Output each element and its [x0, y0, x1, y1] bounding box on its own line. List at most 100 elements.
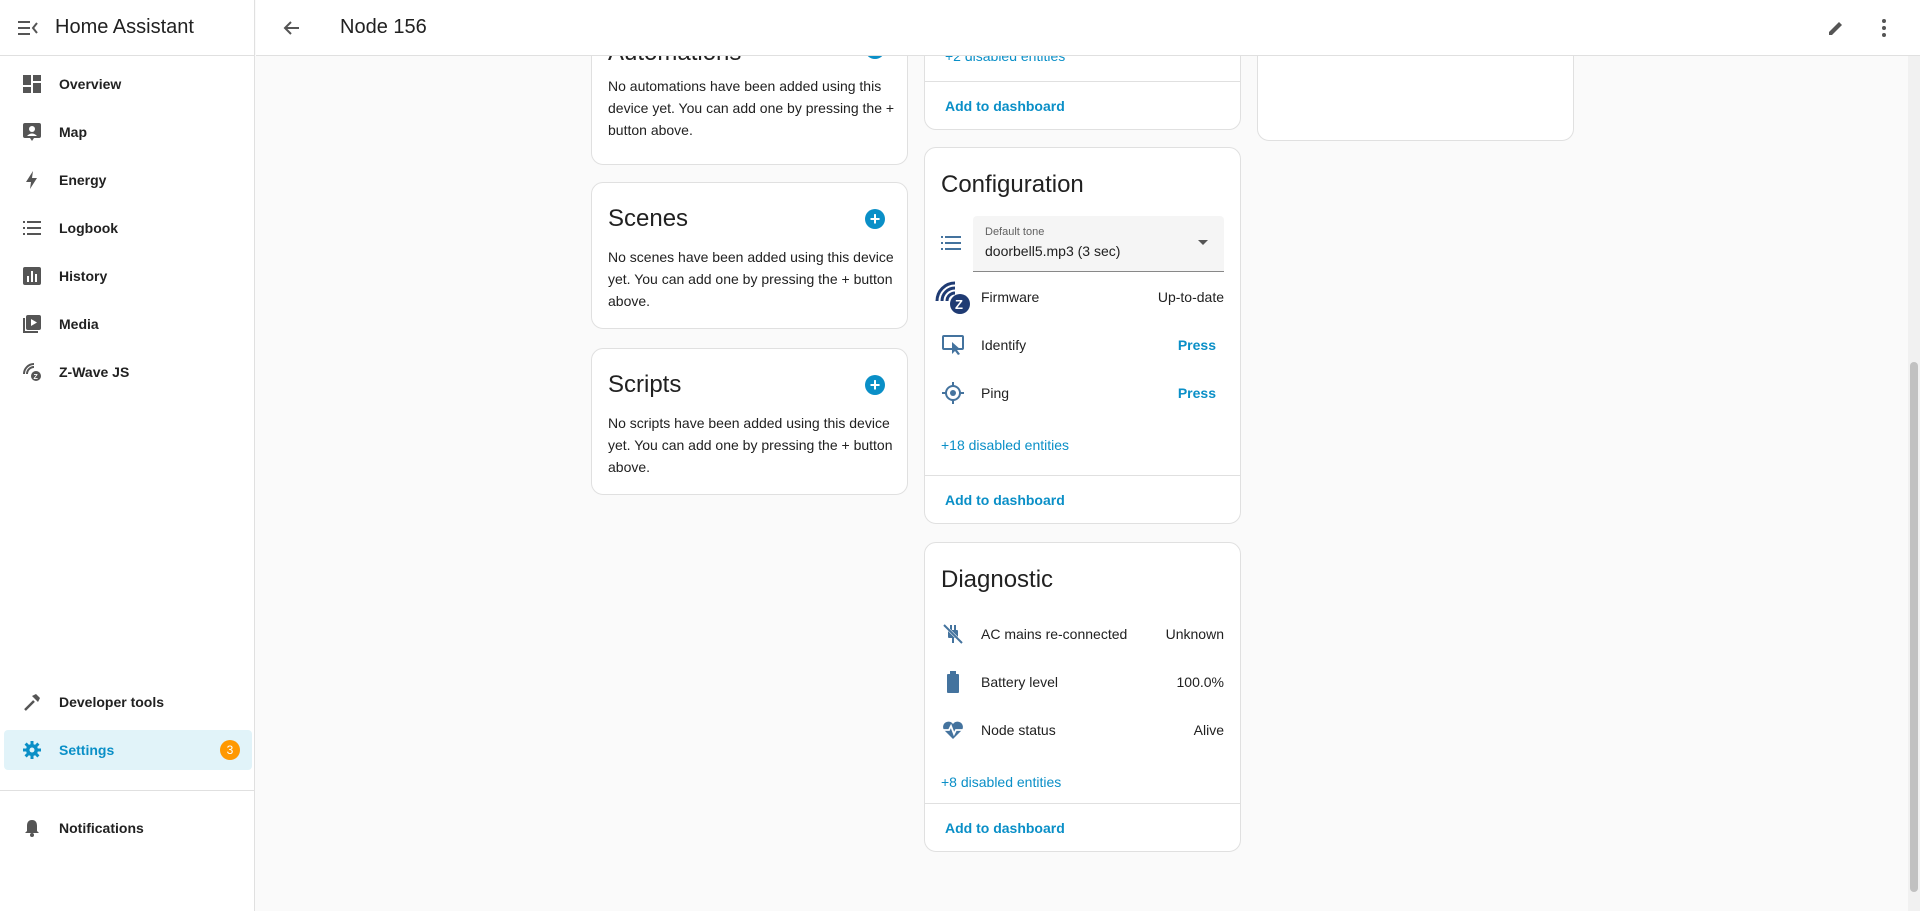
edit-pencil-icon[interactable] [1816, 8, 1856, 48]
controls-disabled-entities-link[interactable]: +2 disabled entities [945, 56, 1065, 64]
sidebar-item-label: Settings [59, 742, 115, 758]
dashboard-icon [8, 74, 56, 94]
ping-press-button[interactable]: Press [1178, 385, 1216, 401]
ac-mains-row[interactable]: AC mains re-connected Unknown [925, 614, 1240, 654]
configuration-title: Configuration [941, 171, 1084, 198]
settings-badge: 3 [220, 740, 240, 760]
row-label: Node status [981, 722, 1056, 738]
chart-icon [8, 266, 56, 286]
list-icon [8, 218, 56, 238]
configuration-disabled-entities-link[interactable]: +18 disabled entities [941, 437, 1069, 453]
menu-toggle-icon[interactable] [0, 0, 56, 56]
sidebar-item-media[interactable]: Media [4, 304, 252, 344]
zwave-logo-icon: Z [925, 277, 981, 317]
sidebar-item-label: Notifications [59, 820, 144, 836]
row-value: Up-to-date [1157, 289, 1224, 305]
ping-row: Ping Press [925, 373, 1240, 413]
sidebar-item-label: Developer tools [59, 694, 165, 710]
battery-icon [925, 671, 981, 693]
select-label: Default tone [985, 226, 1045, 238]
identify-icon [925, 334, 981, 356]
sidebar-item-notifications[interactable]: Notifications [4, 808, 252, 848]
sidebar: Home Assistant Overview Map Energy Logbo… [0, 0, 255, 911]
svg-text:Z: Z [34, 374, 39, 381]
default-tone-select[interactable]: Default tone doorbell5.mp3 (3 sec) [973, 216, 1224, 272]
sidebar-item-overview[interactable]: Overview [4, 64, 252, 104]
sidebar-item-energy[interactable]: Energy [4, 160, 252, 200]
sidebar-item-label: Logbook [59, 220, 119, 236]
scripts-card: Scripts + No scripts have been added usi… [591, 348, 908, 495]
select-value: doorbell5.mp3 (3 sec) [985, 243, 1121, 259]
row-value: Unknown [1165, 626, 1224, 642]
configuration-footer: Add to dashboard [925, 475, 1240, 523]
configuration-add-to-dashboard-button[interactable]: Add to dashboard [945, 492, 1065, 508]
battery-level-row[interactable]: Battery level 100.0% [925, 662, 1240, 702]
svg-text:Z: Z [955, 297, 963, 312]
add-scene-button[interactable]: + [865, 209, 885, 229]
sidebar-item-settings[interactable]: Settings 3 [4, 730, 252, 770]
sidebar-item-zwave-js[interactable]: Z Z-Wave JS [4, 352, 252, 392]
sidebar-header: Home Assistant [0, 0, 254, 56]
bell-icon [8, 818, 56, 838]
lightning-icon [8, 170, 56, 190]
firmware-row[interactable]: Z Firmware Up-to-date [925, 277, 1240, 317]
add-script-button[interactable]: + [865, 375, 885, 395]
hammer-icon [8, 692, 56, 712]
scripts-title: Scripts [608, 371, 682, 398]
add-automation-button[interactable]: + [865, 56, 885, 59]
diagnostic-add-to-dashboard-button[interactable]: Add to dashboard [945, 820, 1065, 836]
sidebar-item-logbook[interactable]: Logbook [4, 208, 252, 248]
sidebar-item-label: Map [59, 124, 87, 140]
controls-card: +2 disabled entities Add to dashboard [924, 56, 1241, 130]
row-label: Identify [981, 337, 1027, 353]
heart-pulse-icon [925, 720, 981, 740]
identify-press-button[interactable]: Press [1178, 337, 1216, 353]
info-card [1257, 56, 1574, 141]
zwave-icon: Z [8, 362, 56, 382]
automations-description: No automations have been added using thi… [608, 78, 895, 138]
map-icon [8, 122, 56, 142]
diagnostic-card: Diagnostic AC mains re-connected Unknown… [924, 542, 1241, 852]
row-label: Ping [981, 385, 1010, 401]
sidebar-item-developer-tools[interactable]: Developer tools [4, 682, 252, 722]
controls-add-to-dashboard-button[interactable]: Add to dashboard [945, 98, 1065, 114]
row-label: AC mains re-connected [981, 626, 1128, 642]
page-scrollbar[interactable] [1908, 56, 1920, 911]
sidebar-item-label: Z-Wave JS [59, 364, 130, 380]
scenes-description: No scenes have been added using this dev… [608, 249, 894, 309]
scrollbar-thumb[interactable] [1910, 362, 1918, 892]
configuration-card: Configuration Default tone doorbell5.mp3… [924, 147, 1241, 524]
scenes-title: Scenes [608, 205, 689, 232]
list-icon [941, 234, 961, 257]
sidebar-item-label: Overview [59, 76, 122, 92]
diagnostic-disabled-entities-link[interactable]: +8 disabled entities [941, 774, 1061, 790]
dropdown-arrow-icon [1198, 240, 1208, 245]
row-label: Battery level [981, 674, 1059, 690]
power-plug-off-icon [925, 623, 981, 645]
top-bar: Node 156 [256, 0, 1920, 56]
node-status-row[interactable]: Node status Alive [925, 710, 1240, 750]
row-value: 100.0% [1176, 674, 1224, 690]
diagnostic-title: Diagnostic [941, 566, 1054, 593]
main-content: Automations + No automations have been a… [256, 56, 1908, 911]
sidebar-item-map[interactable]: Map [4, 112, 252, 152]
sidebar-item-history[interactable]: History [4, 256, 252, 296]
sidebar-item-label: Media [59, 316, 99, 332]
crosshair-icon [925, 382, 981, 404]
sidebar-divider [0, 790, 255, 791]
row-value: Alive [1193, 722, 1224, 738]
diagnostic-footer: Add to dashboard [925, 803, 1240, 851]
media-icon [8, 314, 56, 334]
sidebar-item-label: History [59, 268, 108, 284]
more-options-icon[interactable] [1864, 8, 1904, 48]
page-title: Node 156 [340, 16, 427, 38]
automations-title: Automations [608, 56, 741, 67]
automations-card: Automations + No automations have been a… [591, 56, 908, 165]
row-label: Firmware [981, 289, 1040, 305]
back-arrow-icon[interactable] [264, 0, 320, 56]
app-title: Home Assistant [55, 16, 194, 38]
controls-footer: Add to dashboard [925, 81, 1240, 129]
scripts-description: No scripts have been added using this de… [608, 415, 893, 475]
sidebar-item-label: Energy [59, 172, 107, 188]
scenes-card: Scenes + No scenes have been added using… [591, 182, 908, 329]
